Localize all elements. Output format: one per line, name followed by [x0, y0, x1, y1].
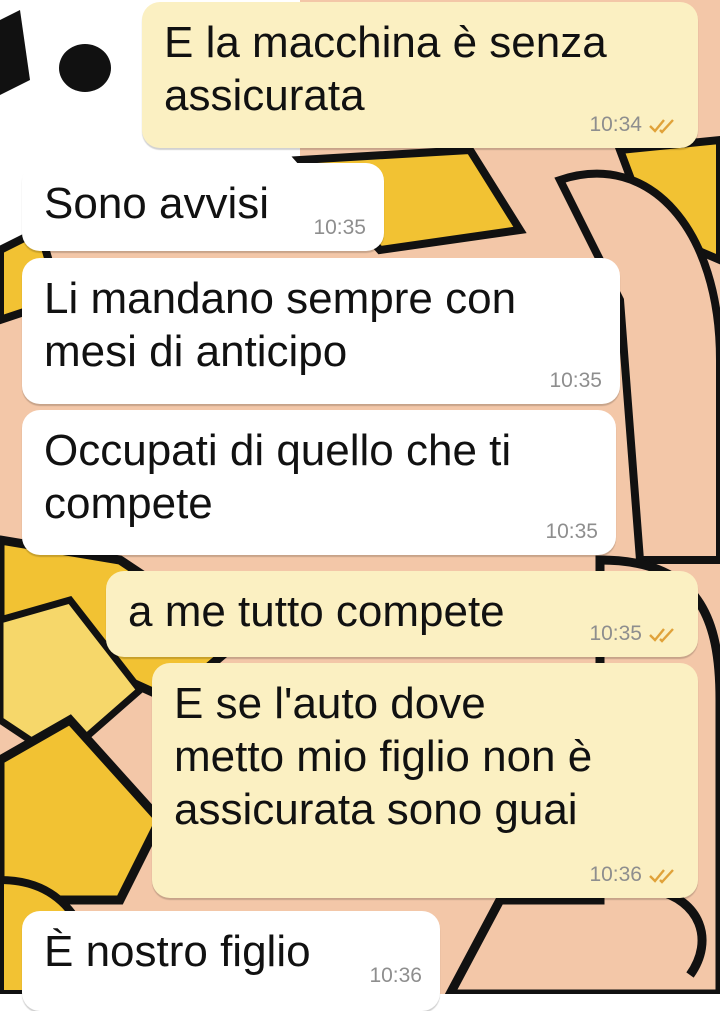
message-text: E la macchina è senza assicurata	[164, 18, 607, 120]
message-time: 10:35	[589, 622, 642, 645]
message-meta: 10:35	[313, 217, 366, 239]
message-meta: 10:34	[589, 114, 680, 136]
message-text: Li mandano sempre con mesi di anticipo	[44, 274, 517, 376]
message-time: 10:35	[313, 216, 366, 239]
message-time: 10:34	[589, 113, 642, 136]
message-meta: 10:36	[589, 864, 680, 886]
message-text: E se l'auto dove metto mio figlio non è …	[174, 679, 593, 834]
message-bubble-outgoing[interactable]: a me tutto compete 10:35	[106, 571, 698, 657]
double-check-icon	[649, 119, 674, 134]
message-text: È nostro figlio	[44, 927, 311, 976]
message-time: 10:36	[369, 964, 422, 987]
message-bubble-incoming[interactable]: Li mandano sempre con mesi di anticipo 1…	[22, 258, 620, 404]
message-meta: 10:35	[549, 370, 602, 392]
message-time: 10:36	[589, 863, 642, 886]
double-check-icon	[649, 628, 674, 643]
message-meta: 10:35	[589, 623, 680, 645]
message-text: Occupati di quello che ti compete	[44, 426, 512, 528]
chat-thread: E la macchina è senza assicurata 10:34 S…	[0, 0, 720, 1011]
message-bubble-incoming[interactable]: Occupati di quello che ti compete 10:35	[22, 410, 616, 555]
double-check-icon	[649, 869, 674, 884]
message-meta: 10:36	[369, 965, 422, 987]
message-meta: 10:35	[545, 521, 598, 543]
message-time: 10:35	[545, 520, 598, 543]
message-bubble-incoming[interactable]: Sono avvisi 10:35	[22, 163, 384, 251]
message-bubble-outgoing[interactable]: E se l'auto dove metto mio figlio non è …	[152, 663, 698, 898]
message-bubble-incoming[interactable]: È nostro figlio 10:36	[22, 911, 440, 1011]
message-bubble-outgoing[interactable]: E la macchina è senza assicurata 10:34	[142, 2, 698, 148]
message-time: 10:35	[549, 369, 602, 392]
